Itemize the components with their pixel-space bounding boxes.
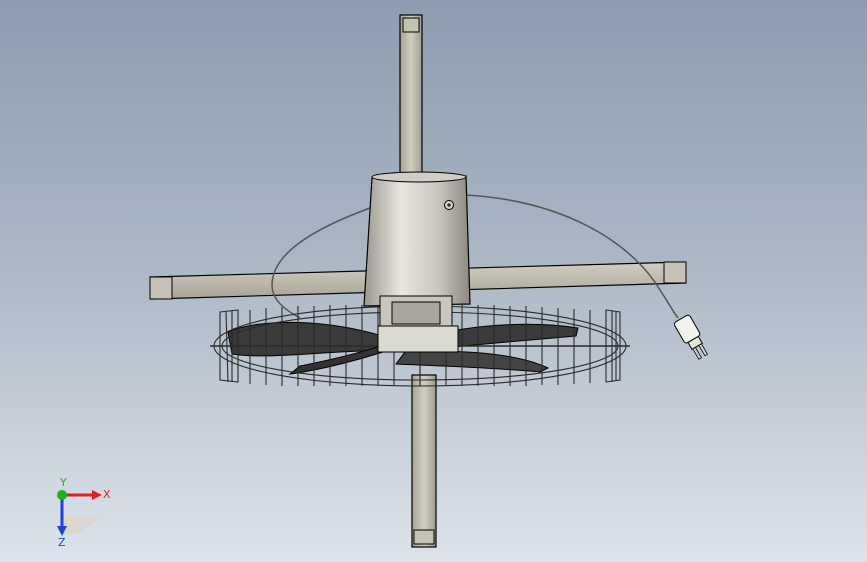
motor-housing[interactable]: [363, 171, 471, 353]
power-cord: [271, 194, 679, 319]
power-plug[interactable]: [673, 314, 711, 361]
z-axis-label: Z: [58, 536, 66, 548]
fan-model[interactable]: [0, 0, 867, 562]
x-axis-arrow: [62, 490, 102, 500]
cad-viewport[interactable]: X Y Z: [0, 0, 867, 562]
x-axis-label: X: [103, 488, 111, 501]
bottom-leg[interactable]: [411, 374, 437, 548]
y-axis-origin-dot: [57, 490, 67, 500]
axis-triad: X Y Z: [57, 478, 111, 548]
top-leg[interactable]: [399, 14, 423, 176]
triad-plane: [62, 516, 98, 535]
y-axis-label: Y: [59, 478, 67, 489]
